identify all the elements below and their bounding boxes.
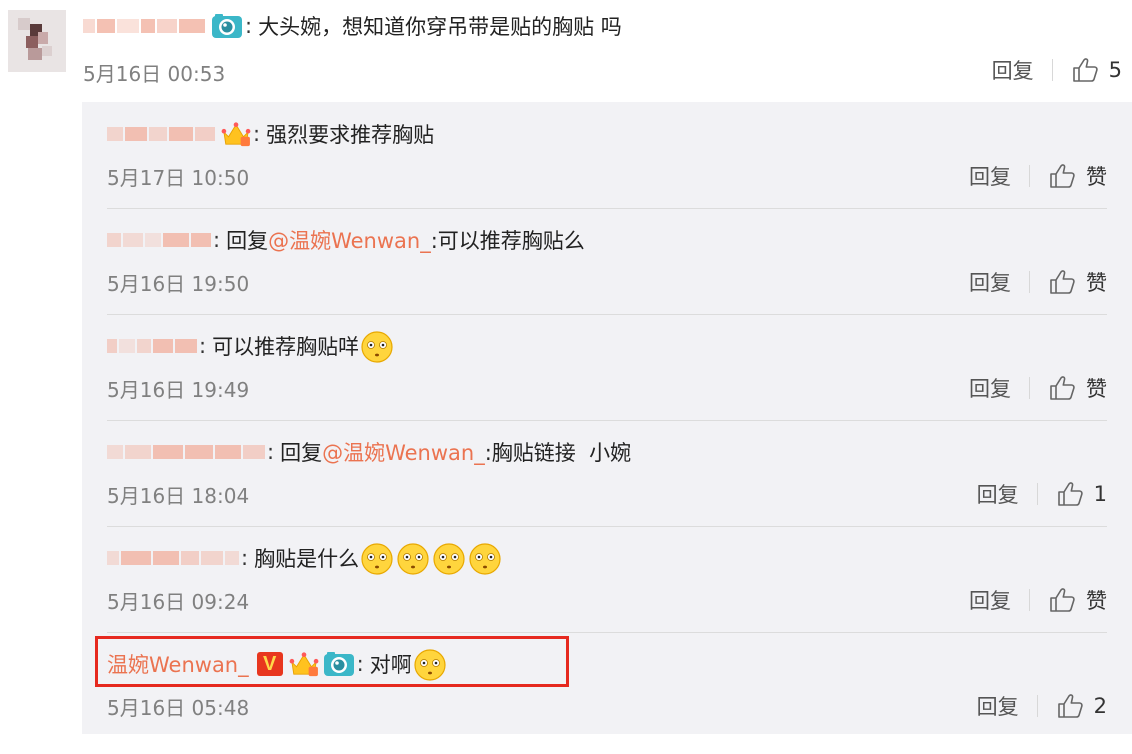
reply-item: : 胸贴是什么 5月16日 09:24 回复 赞 xyxy=(107,526,1107,632)
reply-text: 可以推荐胸贴咩 xyxy=(212,335,360,359)
avatar[interactable] xyxy=(8,10,66,72)
reply-actions: 回复 2 xyxy=(977,690,1107,722)
mention-link[interactable]: @温婉Wenwan_ xyxy=(268,225,431,255)
blurred-username[interactable] xyxy=(107,339,197,353)
like-count: 5 xyxy=(1108,58,1122,82)
highlight-box xyxy=(95,636,569,687)
thumbs-up-icon[interactable] xyxy=(1056,693,1084,719)
reply-actions: 回复 赞 xyxy=(969,372,1107,404)
reply-text: :胸贴链接 小婉 xyxy=(484,441,632,465)
reply-actions: 回复 赞 xyxy=(969,160,1107,192)
crown-vip-icon xyxy=(221,121,251,147)
reply-button[interactable]: 回复 xyxy=(969,585,1011,615)
like-label[interactable]: 赞 xyxy=(1086,267,1107,297)
thumbs-up-icon[interactable] xyxy=(1048,587,1076,613)
like-label[interactable]: 赞 xyxy=(1086,161,1107,191)
reply-item: : 强烈要求推荐胸贴 5月17日 10:50 回复 赞 xyxy=(107,102,1107,208)
thumbs-up-icon[interactable] xyxy=(1056,481,1084,507)
emoji-question-face xyxy=(359,540,395,576)
emoji-question-face xyxy=(395,540,431,576)
blurred-username[interactable] xyxy=(107,551,239,565)
blurred-username[interactable] xyxy=(107,233,211,247)
reply-time: 5月16日 09:24 xyxy=(107,590,250,614)
reply-text: 胸贴是什么 xyxy=(254,547,360,571)
reply-time: 5月16日 19:50 xyxy=(107,272,250,296)
reply-actions: 回复 赞 xyxy=(969,266,1107,298)
reply-text: :可以推荐胸贴么 xyxy=(430,229,585,253)
reply-button[interactable]: 回复 xyxy=(992,55,1034,85)
reply-actions: 回复 1 xyxy=(977,478,1107,510)
reply-text: 强烈要求推荐胸贴 xyxy=(266,123,435,147)
reply-button[interactable]: 回复 xyxy=(977,691,1019,721)
emoji-question-face xyxy=(431,540,467,576)
reply-button[interactable]: 回复 xyxy=(969,161,1011,191)
like-label[interactable]: 赞 xyxy=(1086,585,1107,615)
reply-time: 5月16日 05:48 xyxy=(107,696,250,720)
like-count: 2 xyxy=(1093,694,1107,718)
reply-button[interactable]: 回复 xyxy=(969,267,1011,297)
reply-button[interactable]: 回复 xyxy=(977,479,1019,509)
reply-time: 5月16日 18:04 xyxy=(107,484,250,508)
reply-actions: 回复 赞 xyxy=(969,584,1107,616)
blurred-username[interactable] xyxy=(83,19,205,33)
reply-item: : 可以推荐胸贴咩 5月16日 19:49 回复 赞 xyxy=(107,314,1107,420)
like-label[interactable]: 赞 xyxy=(1086,373,1107,403)
blurred-username[interactable] xyxy=(107,445,265,459)
reply-button[interactable]: 回复 xyxy=(969,373,1011,403)
camera-icon xyxy=(211,13,243,39)
emoji-question-face xyxy=(467,540,503,576)
thumbs-up-icon[interactable] xyxy=(1048,375,1076,401)
like-count: 1 xyxy=(1093,482,1107,506)
emoji-hands-covering-face xyxy=(359,328,395,364)
reply-item: : 回复 @温婉Wenwan_ :胸贴链接 小婉 5月16日 18:04 回复 … xyxy=(107,420,1107,526)
reply-time: 5月16日 19:49 xyxy=(107,378,250,402)
thumbs-up-icon[interactable] xyxy=(1048,269,1076,295)
reply-time: 5月17日 10:50 xyxy=(107,166,250,190)
thumbs-up-icon[interactable] xyxy=(1071,57,1099,83)
thumbs-up-icon[interactable] xyxy=(1048,163,1076,189)
top-comment: : 大头婉，想知道你穿吊带是贴的胸贴 吗 xyxy=(83,8,622,44)
comment-time: 5月16日 00:53 xyxy=(83,62,226,86)
reply-item: : 回复 @温婉Wenwan_ :可以推荐胸贴么 5月16日 19:50 回复 … xyxy=(107,208,1107,314)
comment-actions: 回复 5 xyxy=(992,54,1122,86)
blurred-username[interactable] xyxy=(107,127,215,141)
mention-link[interactable]: @温婉Wenwan_ xyxy=(322,437,485,467)
comment-text: 大头婉，想知道你穿吊带是贴的胸贴 吗 xyxy=(258,15,622,39)
